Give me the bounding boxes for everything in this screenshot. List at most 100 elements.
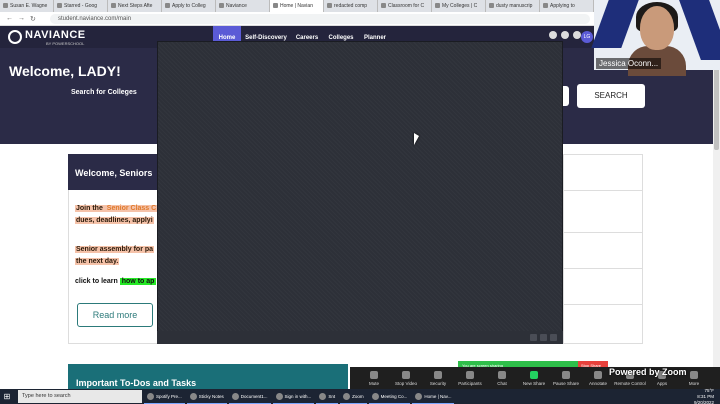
new-share-icon: [530, 370, 538, 379]
forward-icon[interactable]: →: [18, 15, 25, 22]
search-colleges-label: Search for Colleges: [71, 89, 137, 96]
search-button[interactable]: SEARCH: [577, 84, 645, 108]
annotate-icon: [594, 370, 602, 379]
zoom-control-security[interactable]: Security: [422, 370, 454, 386]
taskbar-app-label: Sticky Notes: [198, 393, 224, 399]
zoom-control-chat[interactable]: Chat: [486, 370, 518, 386]
app-icon: [147, 392, 154, 400]
zoom-control-label: Chat: [497, 380, 507, 386]
app-icon: [231, 392, 239, 400]
right-card: [563, 154, 643, 344]
more-icon: [690, 370, 698, 379]
how-to-apply-link[interactable]: how to ap: [119, 278, 157, 285]
participant-name: Jessica Oconn...: [596, 58, 662, 69]
app-icon: [371, 392, 379, 400]
browser-tab-strip: Susan E. Wagne Starred - Goog Next Steps A…: [0, 0, 600, 12]
address-bar-row: ← → ↻ student.naviance.com/main: [0, 12, 600, 26]
security-icon: [434, 370, 442, 379]
taskbar-app-label: Zoom: [352, 393, 364, 399]
divider: [563, 268, 643, 269]
back-icon[interactable]: ←: [6, 15, 13, 22]
participant-face: [640, 6, 674, 50]
highlight-text: the next day.: [75, 258, 120, 265]
taskbar-app[interactable]: Sign in with...: [272, 389, 315, 404]
zoom-control-mute[interactable]: Mute: [358, 370, 390, 386]
browser-tab[interactable]: dusty manuscrip: [486, 0, 540, 12]
window-minimize-icon[interactable]: [530, 334, 537, 341]
zoom-control-label: Stop Video: [395, 380, 417, 386]
todos-title: Important To-Dos and Tasks: [76, 378, 197, 388]
taskbar-app[interactable]: Home | Nav...: [412, 389, 455, 404]
tray-time: 8:31 PM: [697, 393, 714, 399]
card-line-4: the next day.: [75, 250, 120, 268]
learn-prefix: click to learn: [75, 278, 120, 285]
browser-tab[interactable]: My Colleges | C: [432, 0, 486, 12]
taskbar-app[interactable]: Zoom: [340, 389, 367, 404]
scrollbar-thumb[interactable]: [714, 60, 719, 150]
zoom-control-label: Remote Control: [614, 380, 646, 386]
browser-tab[interactable]: Starred - Goog: [54, 0, 108, 12]
zoom-control-label: Apps: [656, 380, 668, 386]
taskbar-app-label: Snt: [328, 393, 336, 399]
taskbar-app[interactable]: Meeting Co...: [368, 389, 411, 404]
shared-screen-window: [157, 41, 563, 344]
taskbar-app-label: Document1...: [240, 393, 268, 399]
screen: Susan E. Wagne Starred - Goog Next Steps A…: [0, 0, 720, 404]
zoom-control-label: Participants: [458, 380, 482, 386]
reload-icon[interactable]: ↻: [30, 15, 36, 23]
powered-by-zoom: Powered by Zoom: [609, 367, 687, 377]
taskbar-app[interactable]: Sticky Notes: [186, 389, 227, 404]
read-more-button[interactable]: Read more: [77, 303, 153, 327]
browser-tab[interactable]: Naviance: [216, 0, 270, 12]
window-maximize-icon[interactable]: [540, 334, 547, 341]
avatar[interactable]: LG: [581, 31, 593, 43]
browser-tab[interactable]: Applying to: [540, 0, 594, 12]
app-icon: [415, 392, 423, 400]
seniors-card-title: Welcome, Seniors: [75, 168, 153, 178]
browser-tab[interactable]: Home | Navian: [270, 0, 324, 12]
app-icon: [319, 392, 327, 400]
system-tray[interactable]: 75°F 8:31 PM 9/20/2022: [694, 388, 720, 404]
share-window-toolbar: [157, 331, 563, 344]
windows-taskbar: ⊞ Type here to search Spotify Pre... Stic…: [0, 388, 720, 404]
participants-icon: [466, 370, 474, 379]
divider: [563, 232, 643, 233]
taskbar-app[interactable]: Spotify Pre...: [144, 389, 185, 404]
taskbar-app-label: Meeting Co...: [380, 393, 408, 399]
chat-icon: [498, 370, 506, 379]
browser-tab[interactable]: Classroom for C: [378, 0, 432, 12]
card-line-2: dues, deadlines, applyi: [75, 209, 154, 227]
app-icon: [189, 392, 197, 400]
zoom-control-pause-share[interactable]: Pause Share: [550, 370, 582, 386]
zoom-control-participants[interactable]: Participants: [454, 370, 486, 386]
taskbar-app[interactable]: Snt: [316, 389, 339, 404]
zoom-control-stop-video[interactable]: Stop Video: [390, 370, 422, 386]
stop-video-icon: [402, 370, 410, 379]
app-icon: [343, 392, 351, 400]
naviance-logo[interactable]: NAVIANCE: [25, 29, 86, 41]
browser-tab[interactable]: redacted comp: [324, 0, 378, 12]
highlight-text: dues, deadlines, applyi: [75, 217, 154, 224]
zoom-control-label: Security: [429, 380, 447, 386]
browser-tab[interactable]: Next Steps Afte: [108, 0, 162, 12]
taskbar-app[interactable]: Document1...: [228, 389, 271, 404]
messages-icon[interactable]: [561, 31, 569, 39]
taskbar-search[interactable]: Type here to search: [18, 390, 142, 403]
browser-tab[interactable]: Apply to Colleg: [162, 0, 216, 12]
zoom-control-label: Pause Share: [552, 380, 580, 386]
window-close-icon[interactable]: [550, 334, 557, 341]
windows-start-icon[interactable]: ⊞: [0, 389, 14, 404]
taskbar-app-label: Home | Nav...: [424, 393, 452, 399]
zoom-control-new-share[interactable]: New Share: [518, 370, 550, 386]
browser-tab[interactable]: Susan E. Wagne: [0, 0, 54, 12]
tray-date: 9/20/2022: [693, 399, 714, 404]
url-field[interactable]: student.naviance.com/main: [50, 14, 590, 24]
mail-icon[interactable]: [573, 31, 581, 39]
naviance-logo-icon[interactable]: [8, 30, 22, 44]
divider: [563, 190, 643, 191]
pause-share-icon: [562, 370, 570, 379]
heart-icon[interactable]: [549, 31, 557, 39]
zoom-control-label: More: [688, 380, 700, 386]
mouse-cursor-icon: [414, 133, 419, 145]
mute-icon: [370, 370, 378, 379]
